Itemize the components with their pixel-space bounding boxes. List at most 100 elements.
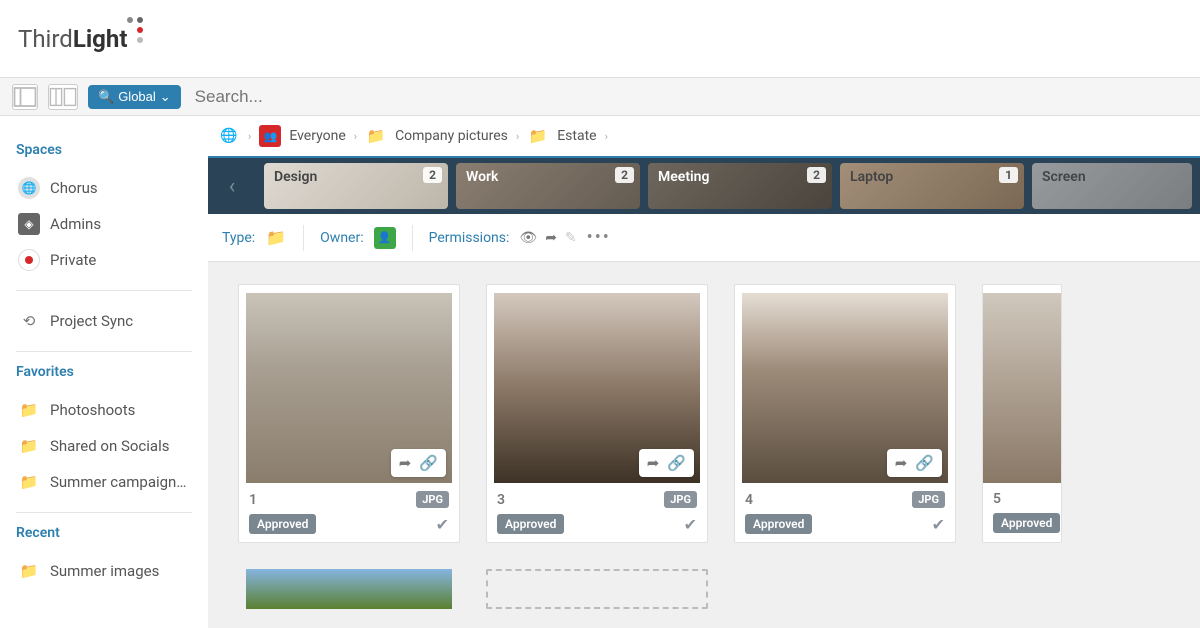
sync-icon: ⟲: [18, 310, 40, 332]
search-scope-icon: 🔍: [98, 89, 114, 105]
globe-icon: 🌐: [18, 177, 40, 199]
tab-count: 2: [423, 167, 442, 183]
chevron-right-icon: ›: [354, 130, 357, 143]
sidebar-item-private[interactable]: Private: [16, 242, 192, 278]
sidebar-item-chorus[interactable]: 🌐 Chorus: [16, 170, 192, 206]
folder-icon: 📁: [18, 435, 40, 457]
permissions-label: Permissions:: [429, 230, 510, 246]
asset-actions: ➦ 🔗: [639, 449, 694, 477]
shield-icon: ◈: [18, 213, 40, 235]
asset-number: 5: [993, 491, 1001, 507]
sidebar-item-summer-campaign[interactable]: 📁 Summer campaign…: [16, 464, 192, 500]
toolbar: 🔍 Global ⌄: [0, 78, 1200, 116]
share-icon[interactable]: ➦: [895, 454, 908, 472]
sidebar-item-label: Project Sync: [50, 312, 133, 330]
chevron-right-icon: ›: [248, 130, 251, 143]
share-icon[interactable]: ➦: [647, 454, 660, 472]
owner-label: Owner:: [320, 230, 363, 246]
meta-bar: Type: 📁 Owner: 👤 Permissions: 👁 ➦ ✎ •••: [208, 214, 1200, 262]
sidebar-item-shared-socials[interactable]: 📁 Shared on Socials: [16, 428, 192, 464]
breadcrumb-item[interactable]: Everyone: [289, 128, 345, 144]
folder-icon[interactable]: 📁: [265, 227, 287, 249]
sidebar-item-label: Summer images: [50, 562, 159, 580]
globe-icon[interactable]: 🌐: [218, 125, 240, 147]
asset-status-badge: Approved: [497, 514, 564, 534]
sidebar-item-label: Photoshoots: [50, 401, 135, 419]
asset-thumbnail: ➦ 🔗: [494, 293, 700, 483]
tab-laptop[interactable]: Laptop 1: [840, 163, 1024, 209]
sidebar-item-label: Chorus: [50, 179, 98, 197]
folder-icon: 📁: [18, 560, 40, 582]
divider: [16, 290, 192, 291]
tab-screen[interactable]: Screen: [1032, 163, 1192, 209]
group-icon[interactable]: 👥: [259, 125, 281, 147]
tab-label: Design: [274, 169, 317, 185]
tab-meeting[interactable]: Meeting 2: [648, 163, 832, 209]
brand-logo: ThirdLight: [18, 25, 149, 53]
asset-actions: ➦ 🔗: [391, 449, 446, 477]
chevron-right-icon: ›: [516, 130, 519, 143]
drop-zone[interactable]: [486, 569, 708, 609]
asset-card[interactable]: ➦ 🔗 3 JPG Approved ✔: [486, 284, 708, 543]
tab-label: Work: [466, 169, 498, 185]
asset-thumbnail: [983, 293, 1062, 483]
grid-layout-button[interactable]: [48, 84, 78, 110]
recent-heading: Recent: [16, 525, 192, 541]
asset-number: 4: [745, 492, 753, 508]
asset-thumbnail: [246, 569, 452, 609]
asset-number: 3: [497, 492, 505, 508]
asset-grid: ➦ 🔗 1 JPG Approved ✔: [208, 262, 1200, 628]
sidebar-item-sync[interactable]: ⟲ Project Sync: [16, 303, 192, 339]
link-icon[interactable]: 🔗: [915, 454, 934, 472]
eye-icon[interactable]: 👁: [519, 230, 537, 246]
divider: [412, 225, 413, 251]
sidebar-item-photoshoots[interactable]: 📁 Photoshoots: [16, 392, 192, 428]
more-menu-button[interactable]: •••: [587, 227, 611, 248]
link-icon[interactable]: 🔗: [667, 454, 686, 472]
asset-status-badge: Approved: [745, 514, 812, 534]
avatar-icon: [18, 249, 40, 271]
breadcrumb-item[interactable]: Estate: [557, 128, 596, 144]
sidebar-item-label: Admins: [50, 215, 101, 233]
tab-label: Meeting: [658, 169, 709, 185]
owner-badge-icon[interactable]: 👤: [374, 227, 396, 249]
edit-icon[interactable]: ✎: [565, 230, 577, 246]
asset-card[interactable]: ➦ 🔗 4 JPG Approved ✔: [734, 284, 956, 543]
search-input[interactable]: [191, 83, 1188, 111]
asset-format-badge: JPG: [416, 491, 449, 508]
asset-thumbnail: ➦ 🔗: [742, 293, 948, 483]
tab-count: 2: [807, 167, 826, 183]
share-icon[interactable]: ➦: [399, 454, 412, 472]
sidebar-toggle-button[interactable]: [12, 84, 38, 110]
tab-count: 1: [999, 167, 1018, 183]
asset-status-badge: Approved: [993, 513, 1060, 533]
asset-format-badge: JPG: [912, 491, 945, 508]
brand-text: ThirdLight: [18, 25, 127, 53]
main-content: 🌐 › 👥 Everyone › 📁 Company pictures › 📁 …: [208, 116, 1200, 628]
asset-card[interactable]: 5 Approved: [982, 284, 1062, 543]
sidebar-item-summer-images[interactable]: 📁 Summer images: [16, 553, 192, 589]
divider: [16, 351, 192, 352]
breadcrumb: 🌐 › 👥 Everyone › 📁 Company pictures › 📁 …: [208, 116, 1200, 156]
share-icon[interactable]: ➦: [545, 230, 557, 246]
tab-design[interactable]: Design 2: [264, 163, 448, 209]
tab-label: Screen: [1042, 169, 1086, 185]
asset-card[interactable]: [238, 569, 460, 609]
check-icon: ✔: [932, 515, 945, 534]
app-header: ThirdLight: [0, 0, 1200, 78]
breadcrumb-item[interactable]: Company pictures: [395, 128, 508, 144]
type-label: Type:: [222, 230, 255, 246]
global-scope-button[interactable]: 🔍 Global ⌄: [88, 85, 181, 109]
link-icon[interactable]: 🔗: [419, 454, 438, 472]
sidebar: Spaces 🌐 Chorus ◈ Admins Private ⟲ Proje…: [0, 116, 208, 628]
brand-dots-icon: [127, 17, 149, 43]
tabs-back-button[interactable]: ‹: [208, 158, 256, 214]
tab-work[interactable]: Work 2: [456, 163, 640, 209]
check-icon: ✔: [436, 515, 449, 534]
asset-thumbnail: ➦ 🔗: [246, 293, 452, 483]
asset-card[interactable]: ➦ 🔗 1 JPG Approved ✔: [238, 284, 460, 543]
divider: [16, 512, 192, 513]
sidebar-item-label: Shared on Socials: [50, 437, 169, 455]
sidebar-item-admins[interactable]: ◈ Admins: [16, 206, 192, 242]
sidebar-item-label: Private: [50, 251, 96, 269]
